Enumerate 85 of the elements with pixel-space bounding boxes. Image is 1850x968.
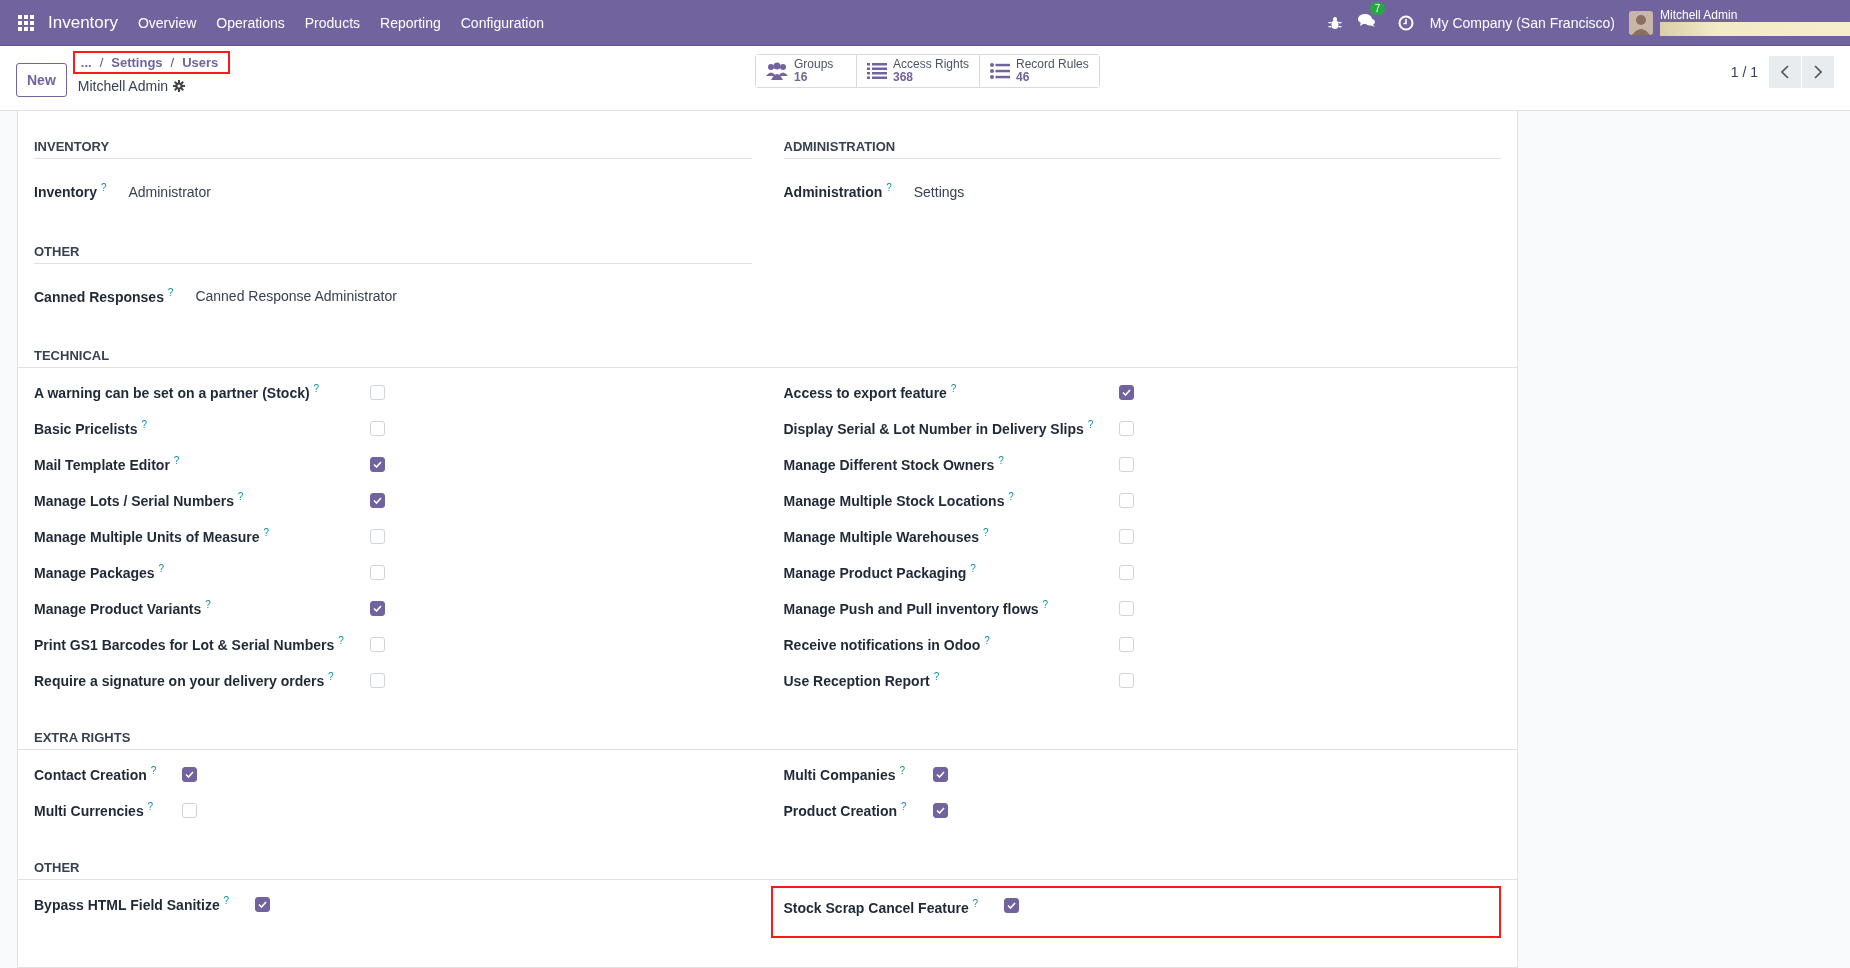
list-icon	[867, 63, 887, 79]
field-label: Bypass HTML Field Sanitize $^{?}$	[34, 895, 230, 914]
company-switcher[interactable]: My Company (San Francisco)	[1429, 14, 1615, 31]
field-label: Use Reception Report $^{?}$	[783, 671, 941, 690]
breadcrumb-link[interactable]: Users	[182, 54, 219, 70]
checkbox[interactable]	[932, 802, 948, 818]
menu-item[interactable]: Reporting	[380, 14, 441, 31]
checkbox[interactable]	[369, 456, 385, 472]
breadcrumb-separator: /	[99, 54, 104, 70]
field-value[interactable]: Canned Response Administrator	[195, 288, 397, 305]
field-label: Print GS1 Barcodes for Lot & Serial Numbers $^{?}$	[34, 635, 344, 654]
checkmark-icon	[372, 496, 382, 504]
smart-button[interactable]: Record Rules 46	[979, 55, 1099, 87]
section-heading: INVENTORY	[34, 135, 752, 159]
field-label: A warning can be set on a partner (Stock) $^{?}$	[34, 383, 321, 402]
checkmark-icon	[1122, 388, 1132, 396]
pager-value: 1 / 1	[1730, 64, 1758, 80]
chevron-left-icon	[1781, 65, 1789, 79]
field-label: Product Creation $^{?}$	[783, 801, 907, 820]
checkbox[interactable]	[369, 600, 385, 616]
section-heading: OTHER	[34, 239, 752, 264]
field-label: Manage Multiple Warehouses $^{?}$	[783, 527, 990, 546]
checkmark-icon	[185, 770, 195, 778]
field-value[interactable]: Administrator	[128, 183, 211, 200]
field-label: Manage Multiple Units of Measure $^{?}$	[34, 527, 271, 546]
record-name: Mitchell Admin	[77, 77, 169, 94]
field-label: Manage Product Variants $^{?}$	[34, 599, 212, 618]
field-label: Manage Lots / Serial Numbers $^{?}$	[34, 491, 245, 510]
field-label: Administration $^{?}$	[783, 182, 892, 200]
checkmark-icon	[1007, 902, 1017, 910]
checkmark-icon	[935, 770, 945, 778]
app-name-link[interactable]: Inventory	[48, 12, 118, 33]
field-label: Canned Responses $^{?}$	[34, 286, 174, 305]
users-icon	[766, 62, 788, 80]
bullet-list-icon	[990, 63, 1011, 79]
breadcrumb-separator: /	[170, 54, 175, 70]
section-heading: TECHNICAL	[18, 344, 1517, 369]
notification-badge: 7	[1369, 2, 1386, 15]
bug-icon[interactable]	[1327, 15, 1342, 30]
checkmark-icon	[372, 460, 382, 468]
gear-icon[interactable]	[173, 79, 186, 92]
apps-grid-icon[interactable]	[18, 14, 34, 31]
previous-button[interactable]	[1769, 56, 1801, 88]
field-label: Inventory $^{?}$	[34, 182, 107, 200]
next-button[interactable]	[1802, 56, 1834, 88]
menu-item[interactable]: Configuration	[460, 14, 544, 31]
field-label: Stock Scrap Cancel Feature $^{?}$	[783, 898, 979, 916]
checkmark-icon	[372, 604, 382, 612]
field-label: Manage Push and Pull inventory flows $^{?}$	[783, 599, 1050, 618]
section-heading: ADMINISTRATION	[783, 135, 1501, 159]
field-label: Manage Product Packaging $^{?}$	[783, 563, 977, 582]
field-label: Manage Multiple Stock Locations $^{?}$	[783, 491, 1015, 510]
checkbox[interactable]	[255, 896, 271, 912]
checkmark-icon	[935, 806, 945, 814]
breadcrumb-link[interactable]: ...	[80, 54, 92, 70]
field-label: Manage Different Stock Owners $^{?}$	[783, 455, 1005, 474]
field-label: Multi Currencies $^{?}$	[34, 801, 155, 820]
checkbox[interactable]	[1004, 898, 1020, 914]
new-button[interactable]: New	[16, 63, 67, 97]
checkmark-icon	[258, 900, 268, 908]
field-label: Display Serial & Lot Number in Delivery Slips $^{?}$	[783, 419, 1094, 438]
checkbox[interactable]	[369, 492, 385, 508]
field-label: Multi Companies $^{?}$	[783, 765, 906, 784]
field-label: Basic Pricelists $^{?}$	[34, 419, 148, 438]
field-label: Contact Creation $^{?}$	[34, 765, 157, 784]
chat-icon[interactable]	[1357, 13, 1376, 28]
menu-item[interactable]: Operations	[216, 14, 285, 31]
field-label: Manage Packages $^{?}$	[34, 563, 166, 582]
checkbox[interactable]	[1119, 384, 1135, 400]
field-value[interactable]: Settings	[913, 183, 965, 200]
menu-item[interactable]: Products	[304, 14, 361, 31]
avatar-icon[interactable]	[1629, 10, 1653, 35]
field-label: Access to export feature $^{?}$	[783, 383, 958, 402]
menu-item[interactable]: Overview	[137, 14, 197, 31]
clock-icon[interactable]	[1397, 14, 1414, 31]
breadcrumb-link[interactable]: Settings	[111, 54, 163, 70]
section-heading: EXTRA RIGHTS	[18, 726, 1517, 751]
checkbox[interactable]	[932, 766, 948, 782]
field-label: Require a signature on your delivery orders $^{?}$	[34, 671, 335, 690]
chevron-right-icon	[1814, 65, 1822, 79]
checkbox[interactable]	[182, 766, 198, 782]
field-label: Mail Template Editor $^{?}$	[34, 455, 181, 474]
user-name[interactable]: Mitchell Admin	[1660, 9, 1850, 22]
field-label: Receive notifications in Odoo $^{?}$	[783, 635, 991, 654]
section-heading: OTHER	[18, 856, 1517, 881]
